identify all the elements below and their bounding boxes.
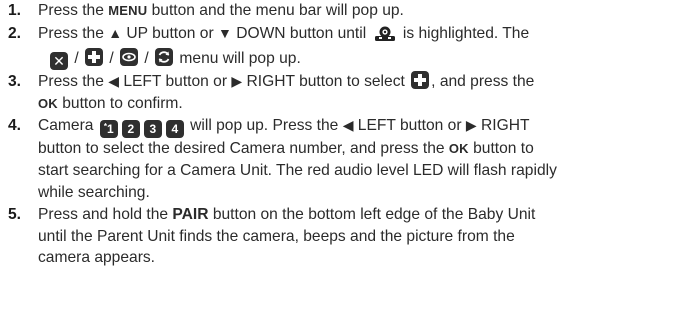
text-run: camera appears. xyxy=(38,249,156,267)
right-arrow-icon: ▶ xyxy=(231,73,243,90)
text-run: button on the bottom left edge of the Ba… xyxy=(208,206,536,224)
camera-number: 3 xyxy=(149,122,157,137)
scan-cycle-icon xyxy=(155,48,174,67)
camera-number: 2 xyxy=(127,122,135,137)
text-run: RIGHT button to select xyxy=(242,73,410,91)
step-text: Press the ◀ LEFT button or ▶ RIGHT butto… xyxy=(38,71,684,114)
text-run: LEFT button or xyxy=(353,117,466,135)
camera-2-icon: 2 xyxy=(121,120,140,139)
text-run: will pop up. Press the xyxy=(185,117,343,135)
camera-1-icon: *1 xyxy=(99,120,118,139)
right-arrow-icon: ▶ xyxy=(465,117,477,134)
view-eye-icon xyxy=(120,48,139,67)
step-5: 5. Press and hold the PAIR button on the… xyxy=(0,204,684,269)
text-run: RIGHT xyxy=(476,117,530,135)
separator: / xyxy=(109,50,114,68)
text-run: Press the xyxy=(38,24,109,42)
text-run: while searching. xyxy=(38,183,150,201)
text-run: DOWN button until xyxy=(231,24,371,42)
separator: / xyxy=(144,50,149,68)
step-number: 5. xyxy=(8,206,22,224)
ok-button-label: OK xyxy=(38,95,58,111)
text-run: button to select the desired Camera numb… xyxy=(38,140,449,158)
add-plus-icon xyxy=(411,71,430,90)
camera-4-icon: 4 xyxy=(165,120,184,139)
ok-button-label: OK xyxy=(448,141,469,157)
add-plus-icon xyxy=(85,48,104,67)
delete-x-icon: ✕ xyxy=(50,52,68,71)
text-run: button and the menu bar will pop up. xyxy=(147,2,404,19)
left-arrow-icon: ◀ xyxy=(342,117,354,134)
step-4: 4. Camera *1 2 3 4 will pop up. Press the ◀… xyxy=(0,115,684,203)
camera-3-icon: 3 xyxy=(143,120,162,139)
text-run: Press and hold the xyxy=(38,206,173,224)
step-number: 1. xyxy=(8,2,22,19)
text-run: until the Parent Unit finds the camera, … xyxy=(38,227,515,245)
separator: / xyxy=(74,50,79,68)
text-run: , and press the xyxy=(431,73,535,91)
step-number: 3. xyxy=(8,73,22,91)
text-run: Press the xyxy=(38,73,109,91)
text-run: UP button or xyxy=(122,24,218,42)
camera-number: 1 xyxy=(107,122,114,137)
text-run: Press the xyxy=(38,2,109,19)
step-2: 2. Press the ▲ UP button or ▼ DOWN butto… xyxy=(0,23,684,71)
camera-icon xyxy=(374,26,396,49)
camera-number: 4 xyxy=(171,122,179,137)
up-arrow-icon: ▲ xyxy=(108,24,123,41)
step-number: 4. xyxy=(8,117,22,135)
step-text: Press the ▲ UP button or ▼ DOWN button u… xyxy=(38,23,684,71)
text-run: start searching for a Camera Unit. The r… xyxy=(38,161,557,179)
text-run: button to confirm. xyxy=(57,94,183,112)
text-run: menu will pop up. xyxy=(175,50,301,68)
text-run: Camera xyxy=(38,117,98,135)
step-text: Press and hold the PAIR button on the bo… xyxy=(38,204,684,269)
pair-button-label: PAIR xyxy=(172,206,209,224)
step-text: Camera *1 2 3 4 will pop up. Press the ◀ LE… xyxy=(38,115,684,203)
step-3: 3. Press the ◀ LEFT button or ▶ RIGHT bu… xyxy=(0,71,684,114)
text-run: LEFT button or xyxy=(118,73,232,91)
text-run: is highlighted. The xyxy=(398,24,530,42)
text-run: button to xyxy=(468,140,534,158)
step-1: 1. Press the MENU button and the menu ba… xyxy=(0,0,684,22)
step-text: Press the MENU button and the menu bar w… xyxy=(38,0,684,22)
step-number: 2. xyxy=(8,24,22,42)
pairing-steps-list: 1. Press the MENU button and the menu ba… xyxy=(0,0,684,269)
menu-button-label: MENU xyxy=(108,3,148,18)
left-arrow-icon: ◀ xyxy=(108,73,119,90)
manual-page: 1. Press the MENU button and the menu ba… xyxy=(0,0,684,320)
down-arrow-icon: ▼ xyxy=(218,24,232,41)
